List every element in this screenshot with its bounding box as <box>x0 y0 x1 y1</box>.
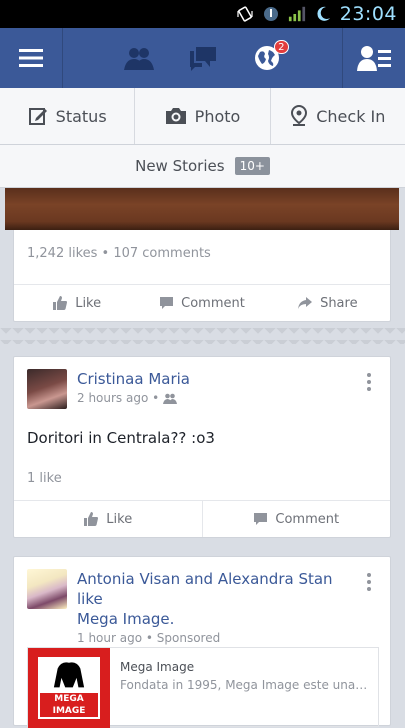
share-icon <box>298 297 313 309</box>
top-navigation-bar: 2 <box>0 28 405 88</box>
sponsored-story: Antonia Visan and Alexandra Stan like Me… <box>13 556 391 728</box>
feed-separator <box>0 328 405 344</box>
new-stories-button[interactable]: New Stories 10+ <box>0 145 405 188</box>
feed-story-2: Cristinaa Maria 2 hours ago • Doritori i… <box>13 356 391 538</box>
messages-button[interactable] <box>185 40 221 76</box>
check-in-label: Check In <box>316 106 386 126</box>
like-button[interactable]: Like <box>14 501 202 537</box>
feed-story-1: 1,242 likes • 107 comments Like Comment … <box>5 188 399 322</box>
likes-count[interactable]: 1 like <box>14 447 390 486</box>
story-headline: Antonia Visan and Alexandra Stan like Me… <box>77 569 361 629</box>
clock: 23:04 <box>339 3 397 25</box>
menu-button[interactable] <box>0 28 63 88</box>
avatar[interactable] <box>27 569 67 609</box>
comment-icon <box>254 513 268 525</box>
signal-icon <box>288 5 306 23</box>
location-pin-icon <box>291 105 308 126</box>
status-button[interactable]: Status <box>0 88 136 144</box>
notifications-button[interactable]: 2 <box>249 40 289 76</box>
comment-button[interactable]: Comment <box>201 501 391 537</box>
post-text: Doritori in Centrala?? :o3 <box>27 429 215 447</box>
post-time[interactable]: 2 hours ago • <box>77 391 159 405</box>
photo-button[interactable]: Photo <box>135 88 271 144</box>
chat-icon <box>189 47 216 71</box>
post-time: 1 hour ago • Sponsored <box>77 631 221 645</box>
comment-button[interactable]: Comment <box>139 285 264 321</box>
comment-label: Comment <box>181 295 245 311</box>
like-label: Like <box>106 511 133 527</box>
share-button[interactable]: Share <box>265 285 390 321</box>
comment-icon <box>160 297 174 309</box>
friends-icon <box>123 48 154 70</box>
new-stories-label: New Stories <box>135 157 225 175</box>
page-name[interactable]: Mega Image. <box>77 610 174 628</box>
friend-requests-button[interactable] <box>121 40 157 76</box>
logo-text: MEGA IMAGE <box>40 693 98 717</box>
like-button[interactable]: Like <box>14 285 139 321</box>
story-photo[interactable] <box>5 188 399 230</box>
edit-icon <box>28 108 47 125</box>
sync-icon <box>262 5 280 23</box>
new-stories-count: 10+ <box>234 157 270 175</box>
more-options-button[interactable] <box>361 569 377 645</box>
comment-label: Comment <box>275 511 340 527</box>
thumbs-up-icon <box>53 296 68 310</box>
lion-icon <box>53 662 85 688</box>
hamburger-icon <box>19 49 43 67</box>
more-options-button[interactable] <box>361 369 377 409</box>
ad-attachment[interactable]: MEGA IMAGE Mega Image Fondata in 1995, M… <box>27 647 379 728</box>
ad-title: Mega Image <box>120 660 195 674</box>
likes-comments-count[interactable]: 1,242 likes • 107 comments <box>14 230 390 270</box>
thumbs-up-icon <box>84 512 99 526</box>
vibrate-icon <box>236 5 254 23</box>
moon-icon <box>314 5 332 23</box>
camera-icon <box>165 108 186 124</box>
notification-badge: 2 <box>274 40 289 54</box>
friends-list-button[interactable] <box>342 28 405 88</box>
photo-label: Photo <box>194 106 241 126</box>
contacts-icon <box>357 46 391 71</box>
status-bar: 23:04 <box>0 0 405 28</box>
composer-actions: Status Photo Check In <box>0 88 405 145</box>
avatar[interactable] <box>27 369 67 409</box>
status-label: Status <box>55 106 107 126</box>
share-label: Share <box>320 295 358 311</box>
check-in-button[interactable]: Check In <box>271 88 405 144</box>
ad-description: Fondata in 1995, Mega Image este una… <box>120 678 368 692</box>
friends-names[interactable]: Antonia Visan and Alexandra Stan like <box>77 570 333 608</box>
mega-image-logo: MEGA IMAGE <box>28 648 110 728</box>
friends-privacy-icon <box>163 393 178 404</box>
like-label: Like <box>75 295 102 311</box>
author-name[interactable]: Cristinaa Maria <box>77 369 361 389</box>
